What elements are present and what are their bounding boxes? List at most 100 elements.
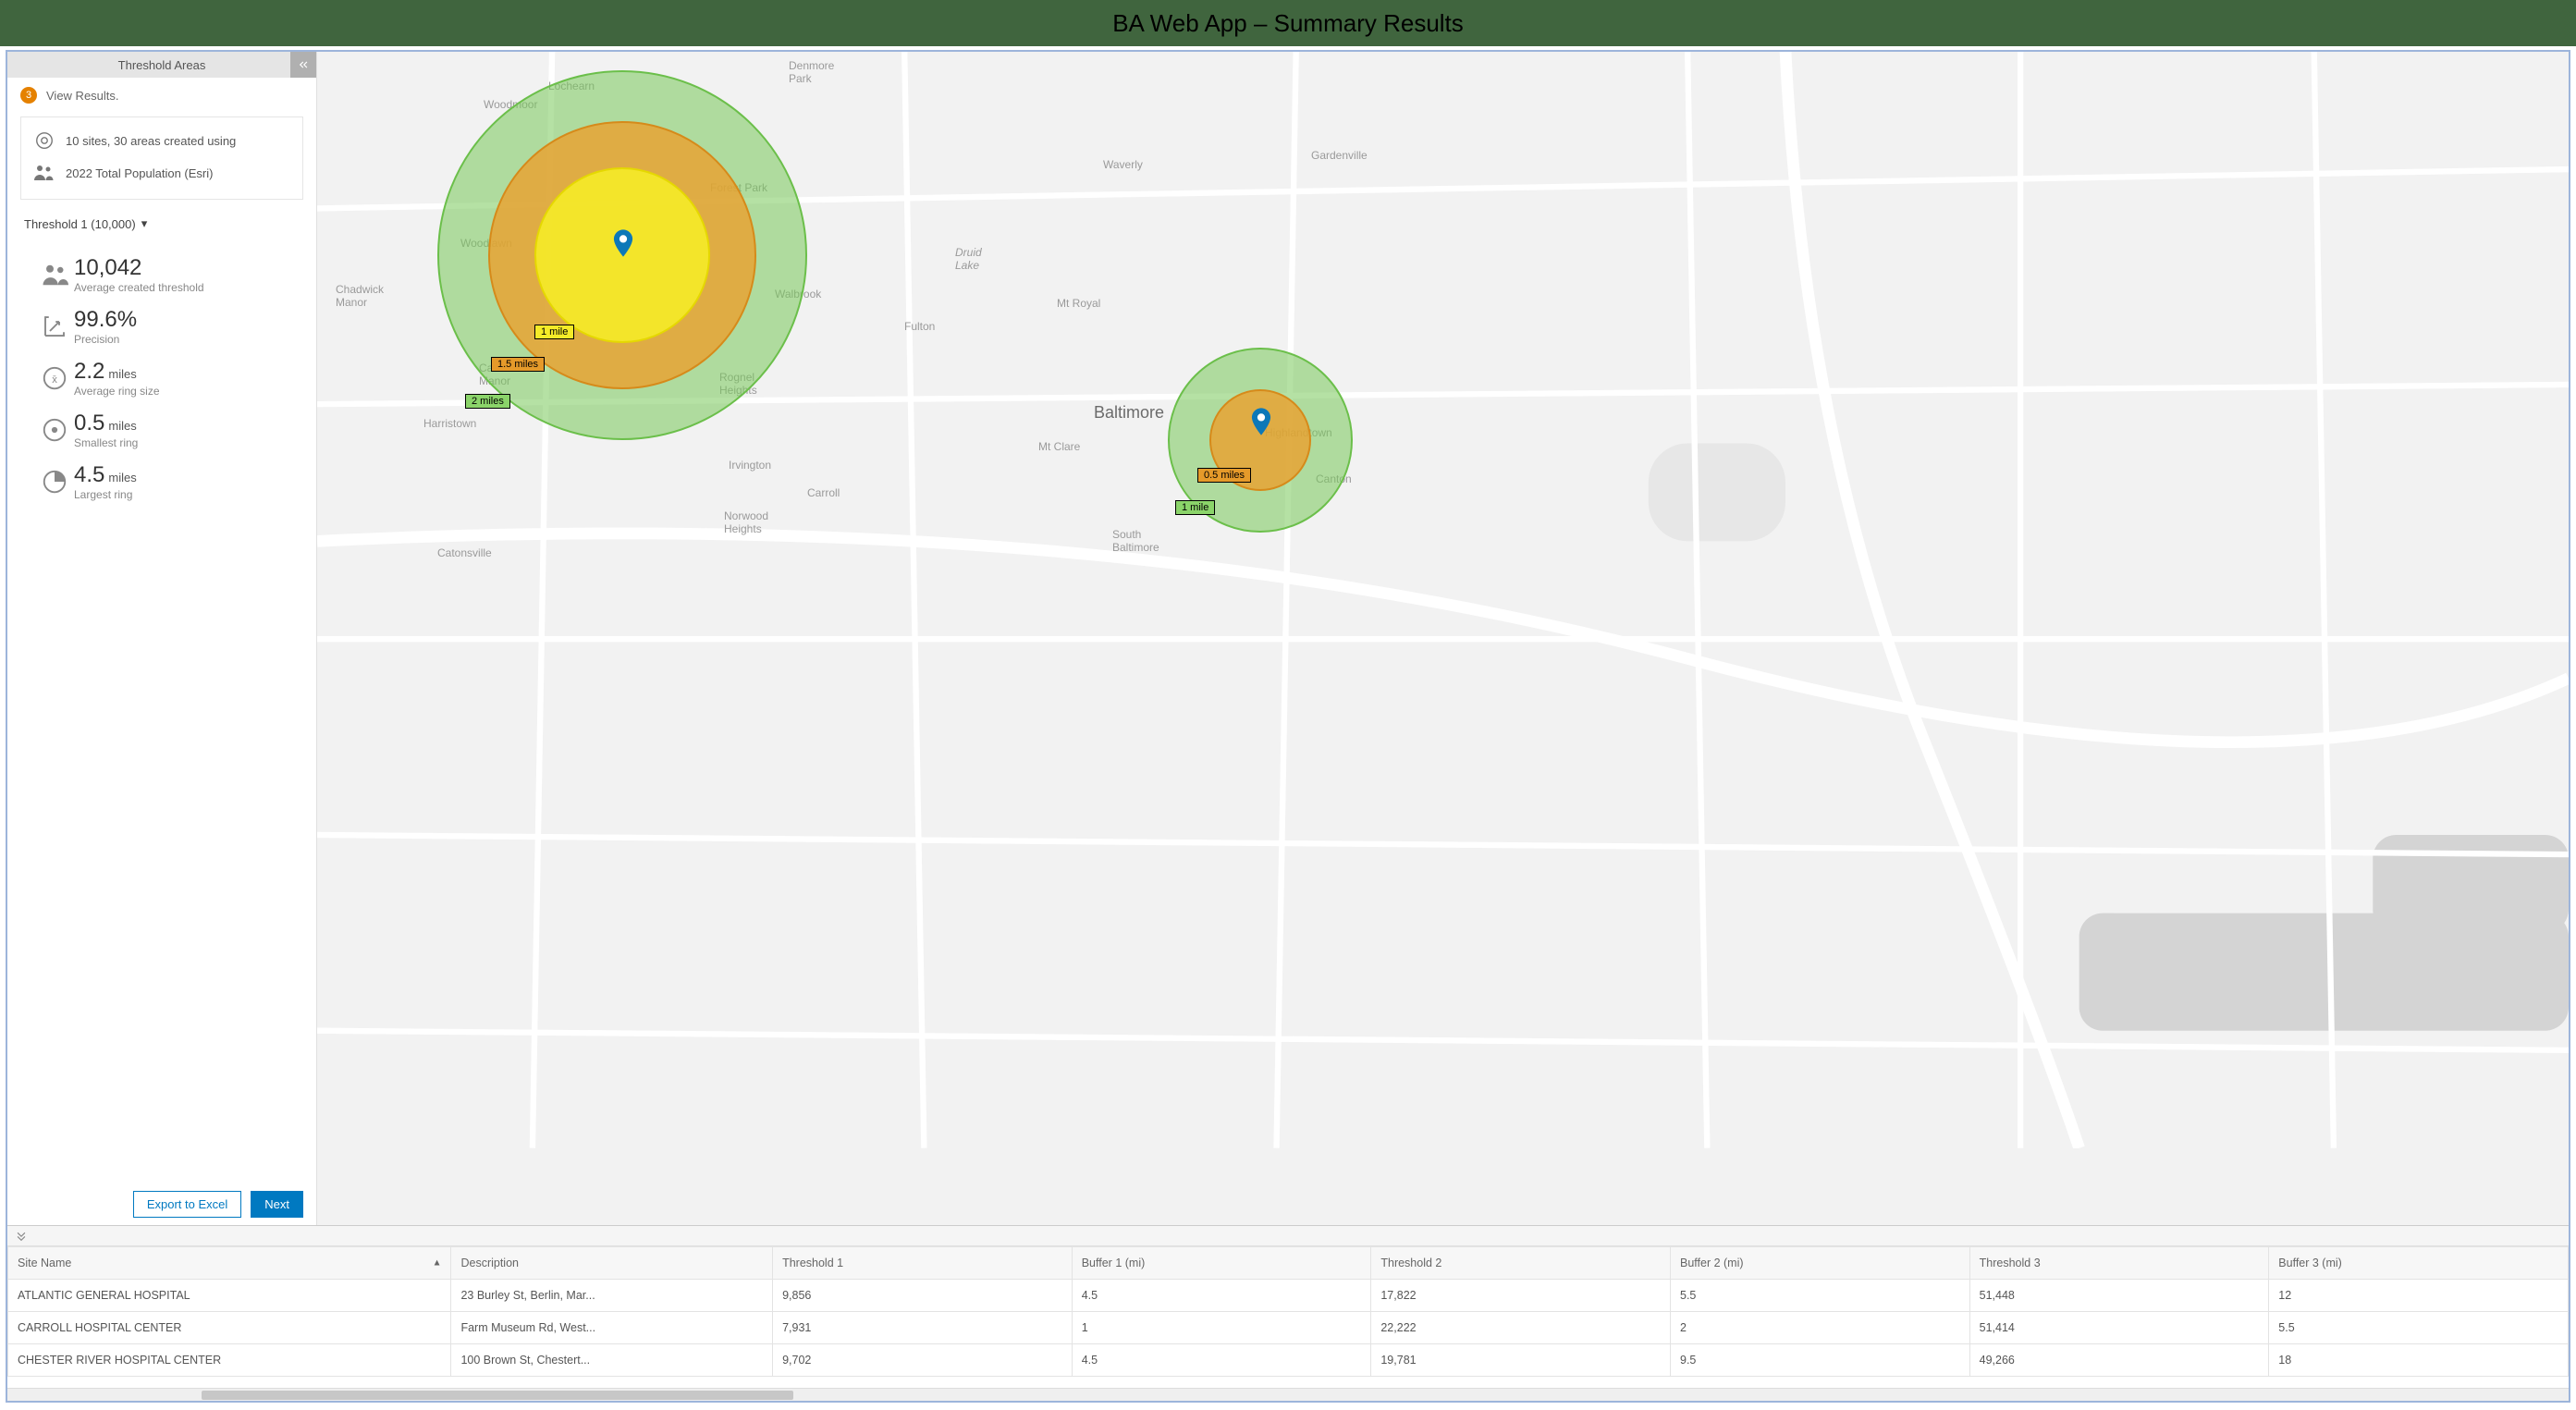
- sidebar: Threshold Areas 3 View Results. 10 sites…: [7, 52, 317, 1225]
- map-label: Waverly: [1103, 158, 1143, 171]
- col-description[interactable]: Description: [451, 1247, 773, 1280]
- largest-ring-icon: [35, 464, 74, 496]
- panel-expand-grip[interactable]: [7, 1226, 2569, 1246]
- threshold-selector-label: Threshold 1 (10,000): [24, 217, 136, 231]
- people-icon: [35, 257, 74, 288]
- threshold-rings-site-a[interactable]: 1 mile 1.5 miles 2 miles: [437, 70, 807, 440]
- precision-icon: [35, 309, 74, 340]
- map-label: Irvington: [729, 459, 771, 472]
- cell-t2: 19,781: [1371, 1344, 1671, 1377]
- chevron-double-down-icon: [15, 1230, 28, 1243]
- avg-ring-icon: x̄: [35, 361, 74, 392]
- cell-b2: 9.5: [1671, 1344, 1970, 1377]
- col-buffer-2[interactable]: Buffer 2 (mi): [1671, 1247, 1970, 1280]
- largest-ring-unit: miles: [108, 471, 136, 484]
- smallest-ring-label: Smallest ring: [74, 436, 138, 449]
- cell-desc: 23 Burley St, Berlin, Mar...: [451, 1280, 773, 1312]
- step-label: View Results.: [46, 89, 119, 103]
- next-button[interactable]: Next: [251, 1191, 303, 1218]
- map-label: Druid Lake: [955, 246, 982, 272]
- slide-title-bar: BA Web App – Summary Results: [0, 0, 2576, 46]
- cell-b3: 12: [2269, 1280, 2569, 1312]
- table-row[interactable]: ATLANTIC GENERAL HOSPITAL23 Burley St, B…: [8, 1280, 2569, 1312]
- slide-title: BA Web App – Summary Results: [1112, 9, 1464, 38]
- map-label: Fulton: [904, 320, 935, 333]
- map-label: Chadwick Manor: [336, 283, 384, 309]
- ring-label-2miles: 2 miles: [465, 394, 510, 409]
- avg-threshold-label: Average created threshold: [74, 281, 204, 294]
- svg-text:x̄: x̄: [52, 374, 57, 386]
- wizard-step-row: 3 View Results.: [7, 78, 316, 113]
- people-icon: [32, 164, 56, 182]
- cell-b1: 4.5: [1072, 1344, 1371, 1377]
- ring-label-1-5miles: 1.5 miles: [491, 357, 545, 372]
- panel-title: Threshold Areas: [118, 58, 206, 72]
- sort-asc-icon: ▲: [433, 1258, 442, 1269]
- statistics-block: 10,042 Average created threshold 99.6% P…: [7, 233, 316, 525]
- step-number-badge: 3: [20, 87, 37, 104]
- variable-text: 2022 Total Population (Esri): [66, 166, 213, 180]
- avg-ring-label: Average ring size: [74, 385, 160, 398]
- smallest-ring-unit: miles: [108, 419, 136, 433]
- cell-b3: 5.5: [2269, 1312, 2569, 1344]
- cell-site: CHESTER RIVER HOSPITAL CENTER: [8, 1344, 451, 1377]
- cell-t1: 9,856: [773, 1280, 1073, 1312]
- map-label: Mt Royal: [1057, 297, 1100, 310]
- caret-down-icon: ▾: [141, 216, 148, 231]
- cell-t1: 9,702: [773, 1344, 1073, 1377]
- ring-label-0-5miles: 0.5 miles: [1197, 468, 1251, 483]
- map-label: Gardenville: [1311, 149, 1368, 162]
- avg-threshold-value: 10,042: [74, 257, 204, 279]
- cell-t2: 22,222: [1371, 1312, 1671, 1344]
- cell-desc: 100 Brown St, Chestert...: [451, 1344, 773, 1377]
- map-label: South Baltimore: [1112, 528, 1159, 554]
- sites-areas-text: 10 sites, 30 areas created using: [66, 134, 236, 148]
- map-pin-icon[interactable]: [1251, 408, 1271, 435]
- target-icon: [32, 130, 56, 151]
- app-frame: Threshold Areas 3 View Results. 10 sites…: [6, 50, 2570, 1403]
- col-site-name[interactable]: Site Name▲: [8, 1247, 451, 1280]
- threshold-rings-site-b[interactable]: 0.5 miles 1 mile: [1168, 348, 1353, 533]
- results-table[interactable]: Site Name▲ Description Threshold 1 Buffe…: [7, 1246, 2569, 1377]
- scrollbar-thumb[interactable]: [202, 1391, 793, 1400]
- collapse-panel-button[interactable]: [290, 52, 316, 78]
- map-label: Mt Clare: [1038, 440, 1080, 453]
- cell-t3: 49,266: [1969, 1344, 2269, 1377]
- col-threshold-2[interactable]: Threshold 2: [1371, 1247, 1671, 1280]
- col-threshold-1[interactable]: Threshold 1: [773, 1247, 1073, 1280]
- col-buffer-3[interactable]: Buffer 3 (mi): [2269, 1247, 2569, 1280]
- map-label: Catonsville: [437, 546, 492, 559]
- precision-value: 99.6%: [74, 309, 137, 331]
- cell-b2: 2: [1671, 1312, 1970, 1344]
- col-threshold-3[interactable]: Threshold 3: [1969, 1247, 2269, 1280]
- map-label-city: Baltimore: [1094, 403, 1164, 423]
- map-canvas[interactable]: Lochearn Woodmoor Forest Park Woodlawn C…: [317, 52, 2569, 1225]
- cell-desc: Farm Museum Rd, West...: [451, 1312, 773, 1344]
- table-row[interactable]: CARROLL HOSPITAL CENTERFarm Museum Rd, W…: [8, 1312, 2569, 1344]
- map-label: Carroll: [807, 486, 840, 499]
- cell-b1: 4.5: [1072, 1280, 1371, 1312]
- map-pin-icon[interactable]: [613, 229, 633, 257]
- panel-header: Threshold Areas: [7, 52, 316, 78]
- largest-ring-value: 4.5: [74, 462, 104, 487]
- horizontal-scrollbar[interactable]: [7, 1388, 2569, 1401]
- results-table-panel: Site Name▲ Description Threshold 1 Buffe…: [7, 1225, 2569, 1401]
- cell-t3: 51,448: [1969, 1280, 2269, 1312]
- ring-label-1mile: 1 mile: [534, 325, 574, 339]
- cell-t3: 51,414: [1969, 1312, 2269, 1344]
- cell-b2: 5.5: [1671, 1280, 1970, 1312]
- avg-ring-unit: miles: [108, 367, 136, 381]
- threshold-selector[interactable]: Threshold 1 (10,000) ▾: [7, 209, 316, 233]
- table-row[interactable]: CHESTER RIVER HOSPITAL CENTER100 Brown S…: [8, 1344, 2569, 1377]
- cell-b1: 1: [1072, 1312, 1371, 1344]
- cell-t2: 17,822: [1371, 1280, 1671, 1312]
- chevron-double-left-icon: [297, 58, 310, 71]
- summary-card: 10 sites, 30 areas created using 2022 To…: [20, 116, 303, 200]
- export-to-excel-button[interactable]: Export to Excel: [133, 1191, 241, 1218]
- cell-b3: 18: [2269, 1344, 2569, 1377]
- cell-site: CARROLL HOSPITAL CENTER: [8, 1312, 451, 1344]
- smallest-ring-value: 0.5: [74, 411, 104, 435]
- map-label: Norwood Heights: [724, 509, 768, 535]
- cell-t1: 7,931: [773, 1312, 1073, 1344]
- col-buffer-1[interactable]: Buffer 1 (mi): [1072, 1247, 1371, 1280]
